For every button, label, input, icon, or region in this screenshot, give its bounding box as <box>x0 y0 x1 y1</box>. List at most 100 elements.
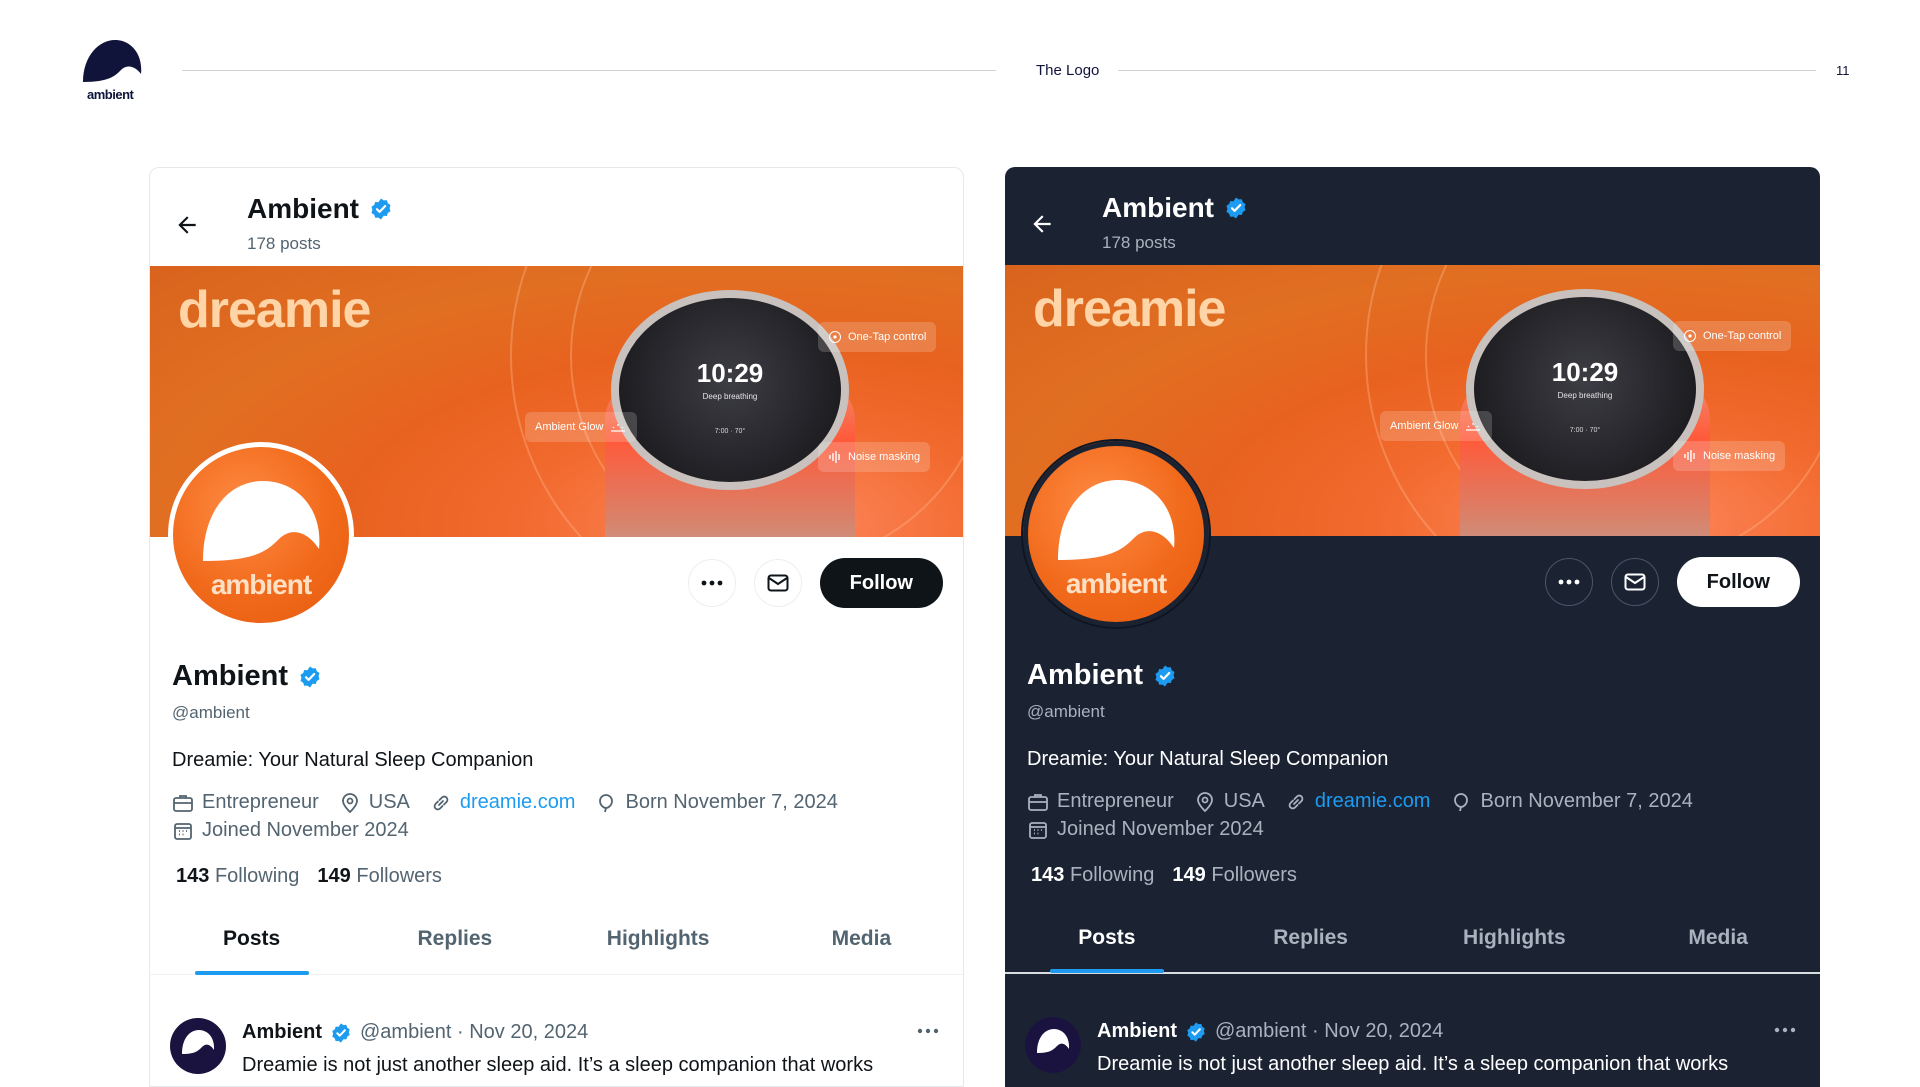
profile-meta: Entrepreneur USA dreamie.com Born Novemb… <box>1027 790 1693 813</box>
back-arrow-icon[interactable] <box>174 212 200 238</box>
more-options-button[interactable] <box>687 559 736 607</box>
calendar-icon <box>1029 821 1047 839</box>
header-divider-left <box>182 70 996 71</box>
profile-topbar: Ambient 178 posts <box>150 168 963 266</box>
meta-occupation: Entrepreneur <box>1027 790 1174 813</box>
website-link[interactable]: dreamie.com <box>460 791 576 814</box>
profile-name-text: Ambient <box>172 660 288 692</box>
link-icon <box>1288 794 1304 809</box>
brand-wordmark: ambient <box>87 87 134 102</box>
meta-born-text: Born November 7, 2024 <box>1480 790 1693 812</box>
balloon-icon <box>1454 792 1469 811</box>
chip-ambient-glow: Ambient Glow <box>525 412 638 442</box>
target-icon <box>829 331 841 343</box>
profile-card-dark: Ambient 178 posts dreamie 10:29 Deep bre… <box>1005 167 1820 1087</box>
follow-button[interactable]: Follow <box>1676 557 1800 607</box>
meta-joined: Joined November 2024 <box>1027 818 1264 841</box>
tab-highlights[interactable]: Highlights <box>557 915 760 974</box>
device-subtext2: 7:00 · 70° <box>1569 427 1601 434</box>
post-meta: @ambient · Nov 20, 2024 <box>1215 1020 1444 1042</box>
more-icon <box>1558 579 1580 585</box>
meta-occupation: Entrepreneur <box>172 791 319 814</box>
device-subtext: Deep breathing <box>1557 391 1613 400</box>
chip-one-tap-label: One-Tap control <box>1703 330 1782 342</box>
tab-media[interactable]: Media <box>760 915 963 974</box>
message-button[interactable] <box>753 559 802 607</box>
meta-born: Born November 7, 2024 <box>595 791 838 814</box>
ambient-logo-icon <box>182 1030 215 1054</box>
banner-brand: dreamie <box>178 281 371 339</box>
back-arrow-icon[interactable] <box>1029 211 1055 237</box>
sound-wave-icon <box>829 451 840 463</box>
post-meta: @ambient · Nov 20, 2024 <box>360 1021 589 1043</box>
chip-one-tap-label: One-Tap control <box>848 331 927 343</box>
device-face: 10:29 Deep breathing 7:00 · 70° <box>1466 289 1704 489</box>
topbar-name: Ambient <box>1102 192 1248 224</box>
profile-bio: Dreamie: Your Natural Sleep Companion <box>172 749 534 771</box>
tab-posts[interactable]: Posts <box>1005 914 1209 972</box>
chip-one-tap: One-Tap control <box>818 322 937 352</box>
tab-media[interactable]: Media <box>1616 914 1820 972</box>
verified-badge-icon <box>300 666 320 687</box>
topbar-name: Ambient <box>247 193 393 225</box>
post-header: Ambient @ambient · Nov 20, 2024 <box>242 1021 588 1044</box>
profile-topbar: Ambient 178 posts <box>1005 167 1820 265</box>
profile-actions: Follow <box>1544 557 1800 607</box>
profile-bio: Dreamie: Your Natural Sleep Companion <box>1027 748 1389 770</box>
profile-tabs: Posts Replies Highlights Media <box>150 915 963 975</box>
post-text: Dreamie is not just another sleep aid. I… <box>242 1054 874 1076</box>
chip-one-tap: One-Tap control <box>1673 321 1792 351</box>
ambient-logo-icon <box>1058 480 1175 560</box>
profile-meta: Entrepreneur USA dreamie.com Born Novemb… <box>172 791 838 814</box>
post-author[interactable]: Ambient <box>242 1021 322 1044</box>
meta-born: Born November 7, 2024 <box>1450 790 1693 813</box>
device-subtext: Deep breathing <box>702 392 758 401</box>
topbar-name-text: Ambient <box>1102 192 1214 223</box>
avatar-wordmark: ambient <box>210 569 312 600</box>
briefcase-icon <box>173 794 193 812</box>
meta-website[interactable]: dreamie.com <box>430 791 576 814</box>
mail-icon <box>767 574 789 592</box>
profile-card-light: Ambient 178 posts dreamie 10:29 Deep bre… <box>149 167 964 1087</box>
sound-wave-icon <box>1684 450 1695 462</box>
profile-meta-joined: Joined November 2024 <box>1027 818 1264 841</box>
followers-count[interactable]: 149 Followers <box>1172 864 1297 887</box>
location-pin-icon <box>1196 791 1213 812</box>
following-count[interactable]: 143 Following <box>1031 864 1154 887</box>
post-item[interactable]: Ambient @ambient · Nov 20, 2024 Dreamie … <box>1005 1017 1820 1087</box>
message-button[interactable] <box>1610 558 1659 606</box>
more-icon[interactable] <box>917 1028 939 1034</box>
tab-replies[interactable]: Replies <box>353 915 556 974</box>
ambient-logo-icon <box>83 40 142 82</box>
meta-joined-text: Joined November 2024 <box>202 819 409 841</box>
brand-logo: ambient <box>79 38 145 104</box>
more-icon[interactable] <box>1774 1027 1796 1033</box>
meta-website[interactable]: dreamie.com <box>1285 790 1431 813</box>
followers-count[interactable]: 149 Followers <box>317 865 442 888</box>
post-item[interactable]: Ambient @ambient · Nov 20, 2024 Dreamie … <box>150 1018 963 1086</box>
profile-meta-joined: Joined November 2024 <box>172 819 409 842</box>
meta-location-text: USA <box>368 791 410 813</box>
tab-replies[interactable]: Replies <box>1209 914 1413 972</box>
posts-count: 178 posts <box>247 234 321 253</box>
post-author[interactable]: Ambient <box>1097 1020 1177 1043</box>
post-avatar[interactable] <box>1025 1017 1081 1073</box>
follow-button[interactable]: Follow <box>819 558 943 608</box>
website-link[interactable]: dreamie.com <box>1315 790 1431 813</box>
profile-avatar[interactable]: ambient <box>1023 441 1209 627</box>
tab-posts[interactable]: Posts <box>150 915 353 974</box>
glow-icon <box>611 424 626 432</box>
banner-brand: dreamie <box>1033 280 1226 338</box>
link-icon <box>433 795 449 810</box>
post-avatar[interactable] <box>170 1018 226 1074</box>
tab-highlights[interactable]: Highlights <box>1413 914 1617 972</box>
more-options-button[interactable] <box>1544 558 1593 606</box>
profile-name: Ambient <box>1027 659 1177 692</box>
chip-ambient-glow: Ambient Glow <box>1380 411 1493 441</box>
profile-tabs: Posts Replies Highlights Media <box>1005 914 1820 974</box>
profile-avatar[interactable]: ambient <box>168 442 354 628</box>
target-icon <box>1684 330 1696 342</box>
chip-noise-masking: Noise masking <box>1673 441 1786 471</box>
following-count[interactable]: 143 Following <box>176 865 299 888</box>
glow-icon <box>1466 423 1481 431</box>
